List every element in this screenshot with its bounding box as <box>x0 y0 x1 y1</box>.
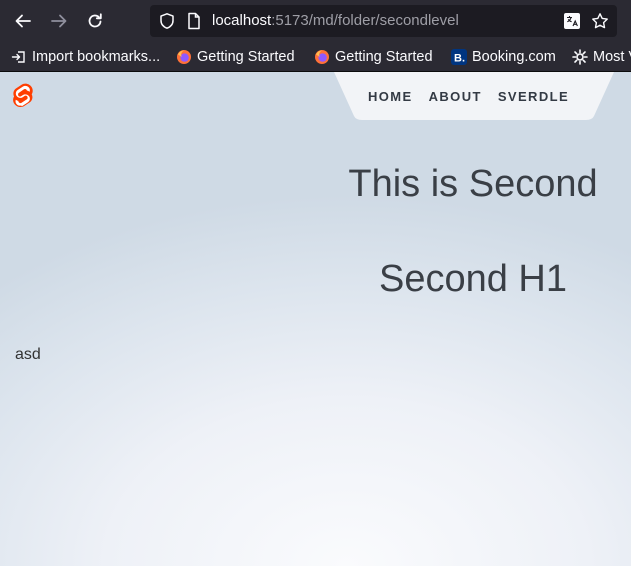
bookmark-label: Most V <box>593 49 631 65</box>
page-heading: This is Second <box>348 163 598 205</box>
firefox-icon <box>177 50 191 64</box>
bookmark-most-visited[interactable]: Most V <box>572 47 631 67</box>
gear-icon <box>572 49 588 65</box>
reload-icon[interactable] <box>83 9 107 33</box>
bookmark-label: Import bookmarks... <box>32 49 161 65</box>
forward-arrow-icon[interactable] <box>47 9 71 33</box>
bookmarks-bar: Import bookmarks... Getting Started Gett… <box>0 42 631 72</box>
url-text[interactable]: localhost:5173/md/folder/secondlevel <box>212 12 459 29</box>
nav-link-sverdle[interactable]: SVERDLE <box>498 89 569 104</box>
browser-toolbar: localhost:5173/md/folder/secondlevel <box>0 0 631 42</box>
bookmark-label: Getting Started <box>197 49 295 65</box>
import-icon <box>11 51 25 63</box>
svelte-logo-icon[interactable] <box>11 83 35 111</box>
bookmark-label: Getting Started <box>335 49 433 65</box>
nav-link-home[interactable]: HOME <box>368 89 413 104</box>
second-h1-heading: Second H1 <box>378 258 567 300</box>
bookmark-getting-started-1[interactable]: Getting Started <box>176 47 295 67</box>
address-bar[interactable]: localhost:5173/md/folder/secondlevel <box>150 5 617 37</box>
bookmark-label: Booking.com <box>472 49 556 65</box>
star-icon[interactable] <box>591 12 609 30</box>
page-content: HOME ABOUT SVERDLE This is Second Second… <box>0 72 631 566</box>
url-path: :5173/md/folder/secondlevel <box>271 12 459 29</box>
page-icon[interactable] <box>186 12 202 30</box>
shield-icon[interactable] <box>158 12 176 30</box>
bookmark-booking[interactable]: B. Booking.com <box>451 47 556 67</box>
nav-link-about[interactable]: ABOUT <box>429 89 482 104</box>
bookmark-import[interactable]: Import bookmarks... <box>11 47 160 67</box>
back-arrow-icon[interactable] <box>11 9 35 33</box>
url-host: localhost <box>212 12 272 29</box>
main-nav: HOME ABOUT SVERDLE <box>334 72 614 120</box>
bookmark-getting-started-2[interactable]: Getting Started <box>314 47 433 67</box>
translate-icon[interactable] <box>563 12 581 30</box>
firefox-icon <box>315 50 329 64</box>
body-paragraph: asd <box>15 346 41 363</box>
booking-icon: B. <box>451 49 467 65</box>
svg-text:B.: B. <box>454 53 465 65</box>
nav-links: HOME ABOUT SVERDLE <box>368 72 569 120</box>
